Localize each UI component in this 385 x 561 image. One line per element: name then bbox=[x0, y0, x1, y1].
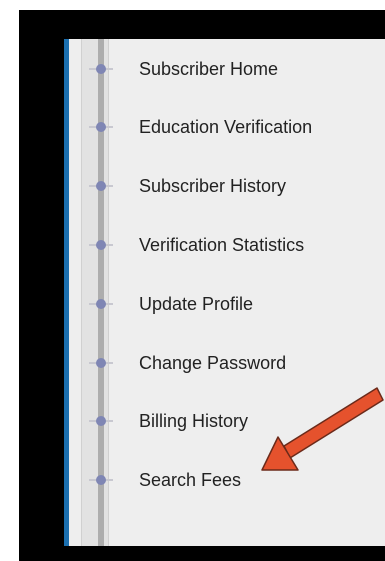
menu-list: Subscriber Home Education Verification S… bbox=[64, 39, 385, 546]
sidebar-item-label: Education Verification bbox=[139, 117, 313, 137]
sidebar-item-label: Verification Statistics bbox=[139, 235, 305, 255]
bullet-dot-icon bbox=[96, 416, 106, 426]
bullet-dot-icon bbox=[96, 240, 106, 250]
sidebar-item-label: Change Password bbox=[139, 353, 287, 373]
sidebar-menu: Subscriber Home Education Verification S… bbox=[64, 39, 385, 546]
sidebar-item-verification-statistics[interactable]: Verification Statistics bbox=[64, 228, 385, 262]
sidebar-item-label: Billing History bbox=[139, 411, 249, 431]
sidebar-item-label: Update Profile bbox=[139, 294, 254, 314]
bullet-dot-icon bbox=[96, 299, 106, 309]
screenshot-frame: Subscriber Home Education Verification S… bbox=[19, 10, 385, 561]
sidebar-item-label: Search Fees bbox=[139, 470, 242, 490]
bullet-dot-icon bbox=[96, 181, 106, 191]
bullet-dot-icon bbox=[96, 475, 106, 485]
sidebar-item-change-password[interactable]: Change Password bbox=[64, 346, 385, 380]
sidebar-item-search-fees[interactable]: Search Fees bbox=[64, 463, 385, 497]
sidebar-item-label: Subscriber Home bbox=[139, 59, 279, 79]
sidebar-item-label: Subscriber History bbox=[139, 176, 287, 196]
sidebar-item-subscriber-home[interactable]: Subscriber Home bbox=[64, 52, 385, 86]
bullet-dot-icon bbox=[96, 122, 106, 132]
sidebar-item-billing-history[interactable]: Billing History bbox=[64, 404, 385, 438]
bullet-dot-icon bbox=[96, 358, 106, 368]
sidebar-item-subscriber-history[interactable]: Subscriber History bbox=[64, 169, 385, 203]
sidebar-item-education-verification[interactable]: Education Verification bbox=[64, 110, 385, 144]
bullet-dot-icon bbox=[96, 64, 106, 74]
sidebar-item-update-profile[interactable]: Update Profile bbox=[64, 287, 385, 321]
